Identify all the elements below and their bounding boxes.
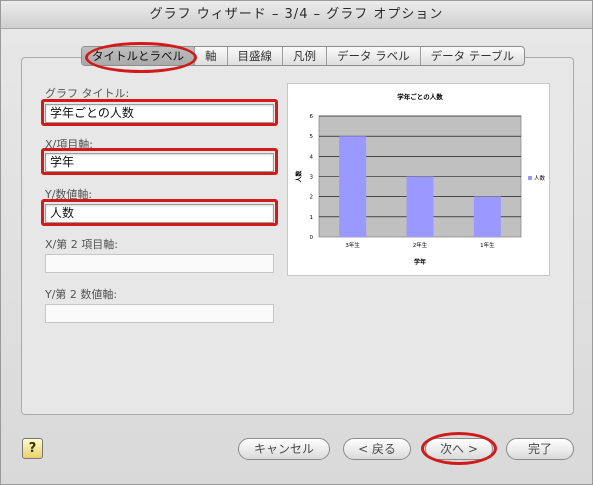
bar [406,176,434,237]
tab-titles-labels[interactable]: タイトルとラベル [82,47,194,65]
legend-label: 人数 [534,174,546,182]
y-axis-title: 人数 [295,170,303,183]
x-tick-label: 2年生 [413,241,428,249]
chart-title-label: グラフ タイトル: [45,87,130,100]
x-axis-field[interactable]: 学年 [45,153,274,172]
chart-preview: 学年ごとの人数 0 1 2 3 4 5 6 3年生 2年生 1年生学年 人数 人数 [287,83,550,276]
legend-swatch [528,176,532,180]
chart-title: 学年ごとの人数 [397,92,443,101]
window-title: グラフ ウィザード – 3/4 – グラフ オプション [1,1,592,29]
x-axis-title: 学年 [414,258,426,266]
cancel-button[interactable]: キャンセル [238,438,330,460]
y-tick-label: 0 [310,235,314,241]
tab-data-table[interactable]: データ テーブル [419,47,524,65]
chart-wizard-window: グラフ ウィザード – 3/4 – グラフ オプション タイトルとラベル 軸 目… [0,0,593,485]
y-tick-label: 3 [310,175,314,181]
y-tick-label: 6 [310,114,314,120]
secondary-y-axis-field[interactable] [45,304,274,323]
finish-button[interactable]: 完了 [506,438,574,460]
x-tick-label: 1年生 [480,241,495,249]
next-button[interactable]: 次へ > [425,438,493,460]
y-tick-label: 4 [310,154,314,160]
x-axis-label: X/項目軸: [45,138,93,151]
tab-axes[interactable]: 軸 [194,47,227,65]
chart-preview-svg: 学年ごとの人数 0 1 2 3 4 5 6 3年生 2年生 1年生学年 人数 人数 [295,92,546,266]
secondary-y-axis-label: Y/第 2 数値軸: [45,288,118,301]
y-tick-label: 1 [310,215,314,221]
back-button[interactable]: < 戻る [343,438,411,460]
tab-data-labels[interactable]: データ ラベル [326,47,420,65]
help-button[interactable]: ? [22,438,43,459]
y-tick-label: 2 [310,195,314,201]
bar [339,136,367,237]
y-tick-label: 5 [310,134,314,140]
secondary-x-axis-field[interactable] [45,254,274,273]
tab-gridlines[interactable]: 目盛線 [226,47,283,65]
options-tab-bar: タイトルとラベル 軸 目盛線 凡例 データ ラベル データ テーブル [81,46,526,66]
bar [473,196,501,237]
y-axis-field[interactable]: 人数 [45,204,274,223]
tab-legend[interactable]: 凡例 [282,47,326,65]
y-axis-label: Y/数値軸: [45,188,93,201]
x-tick-label: 3年生 [345,241,360,249]
secondary-x-axis-label: X/第 2 項目軸: [45,238,118,251]
chart-title-field[interactable]: 学年ごとの人数 [45,104,274,123]
